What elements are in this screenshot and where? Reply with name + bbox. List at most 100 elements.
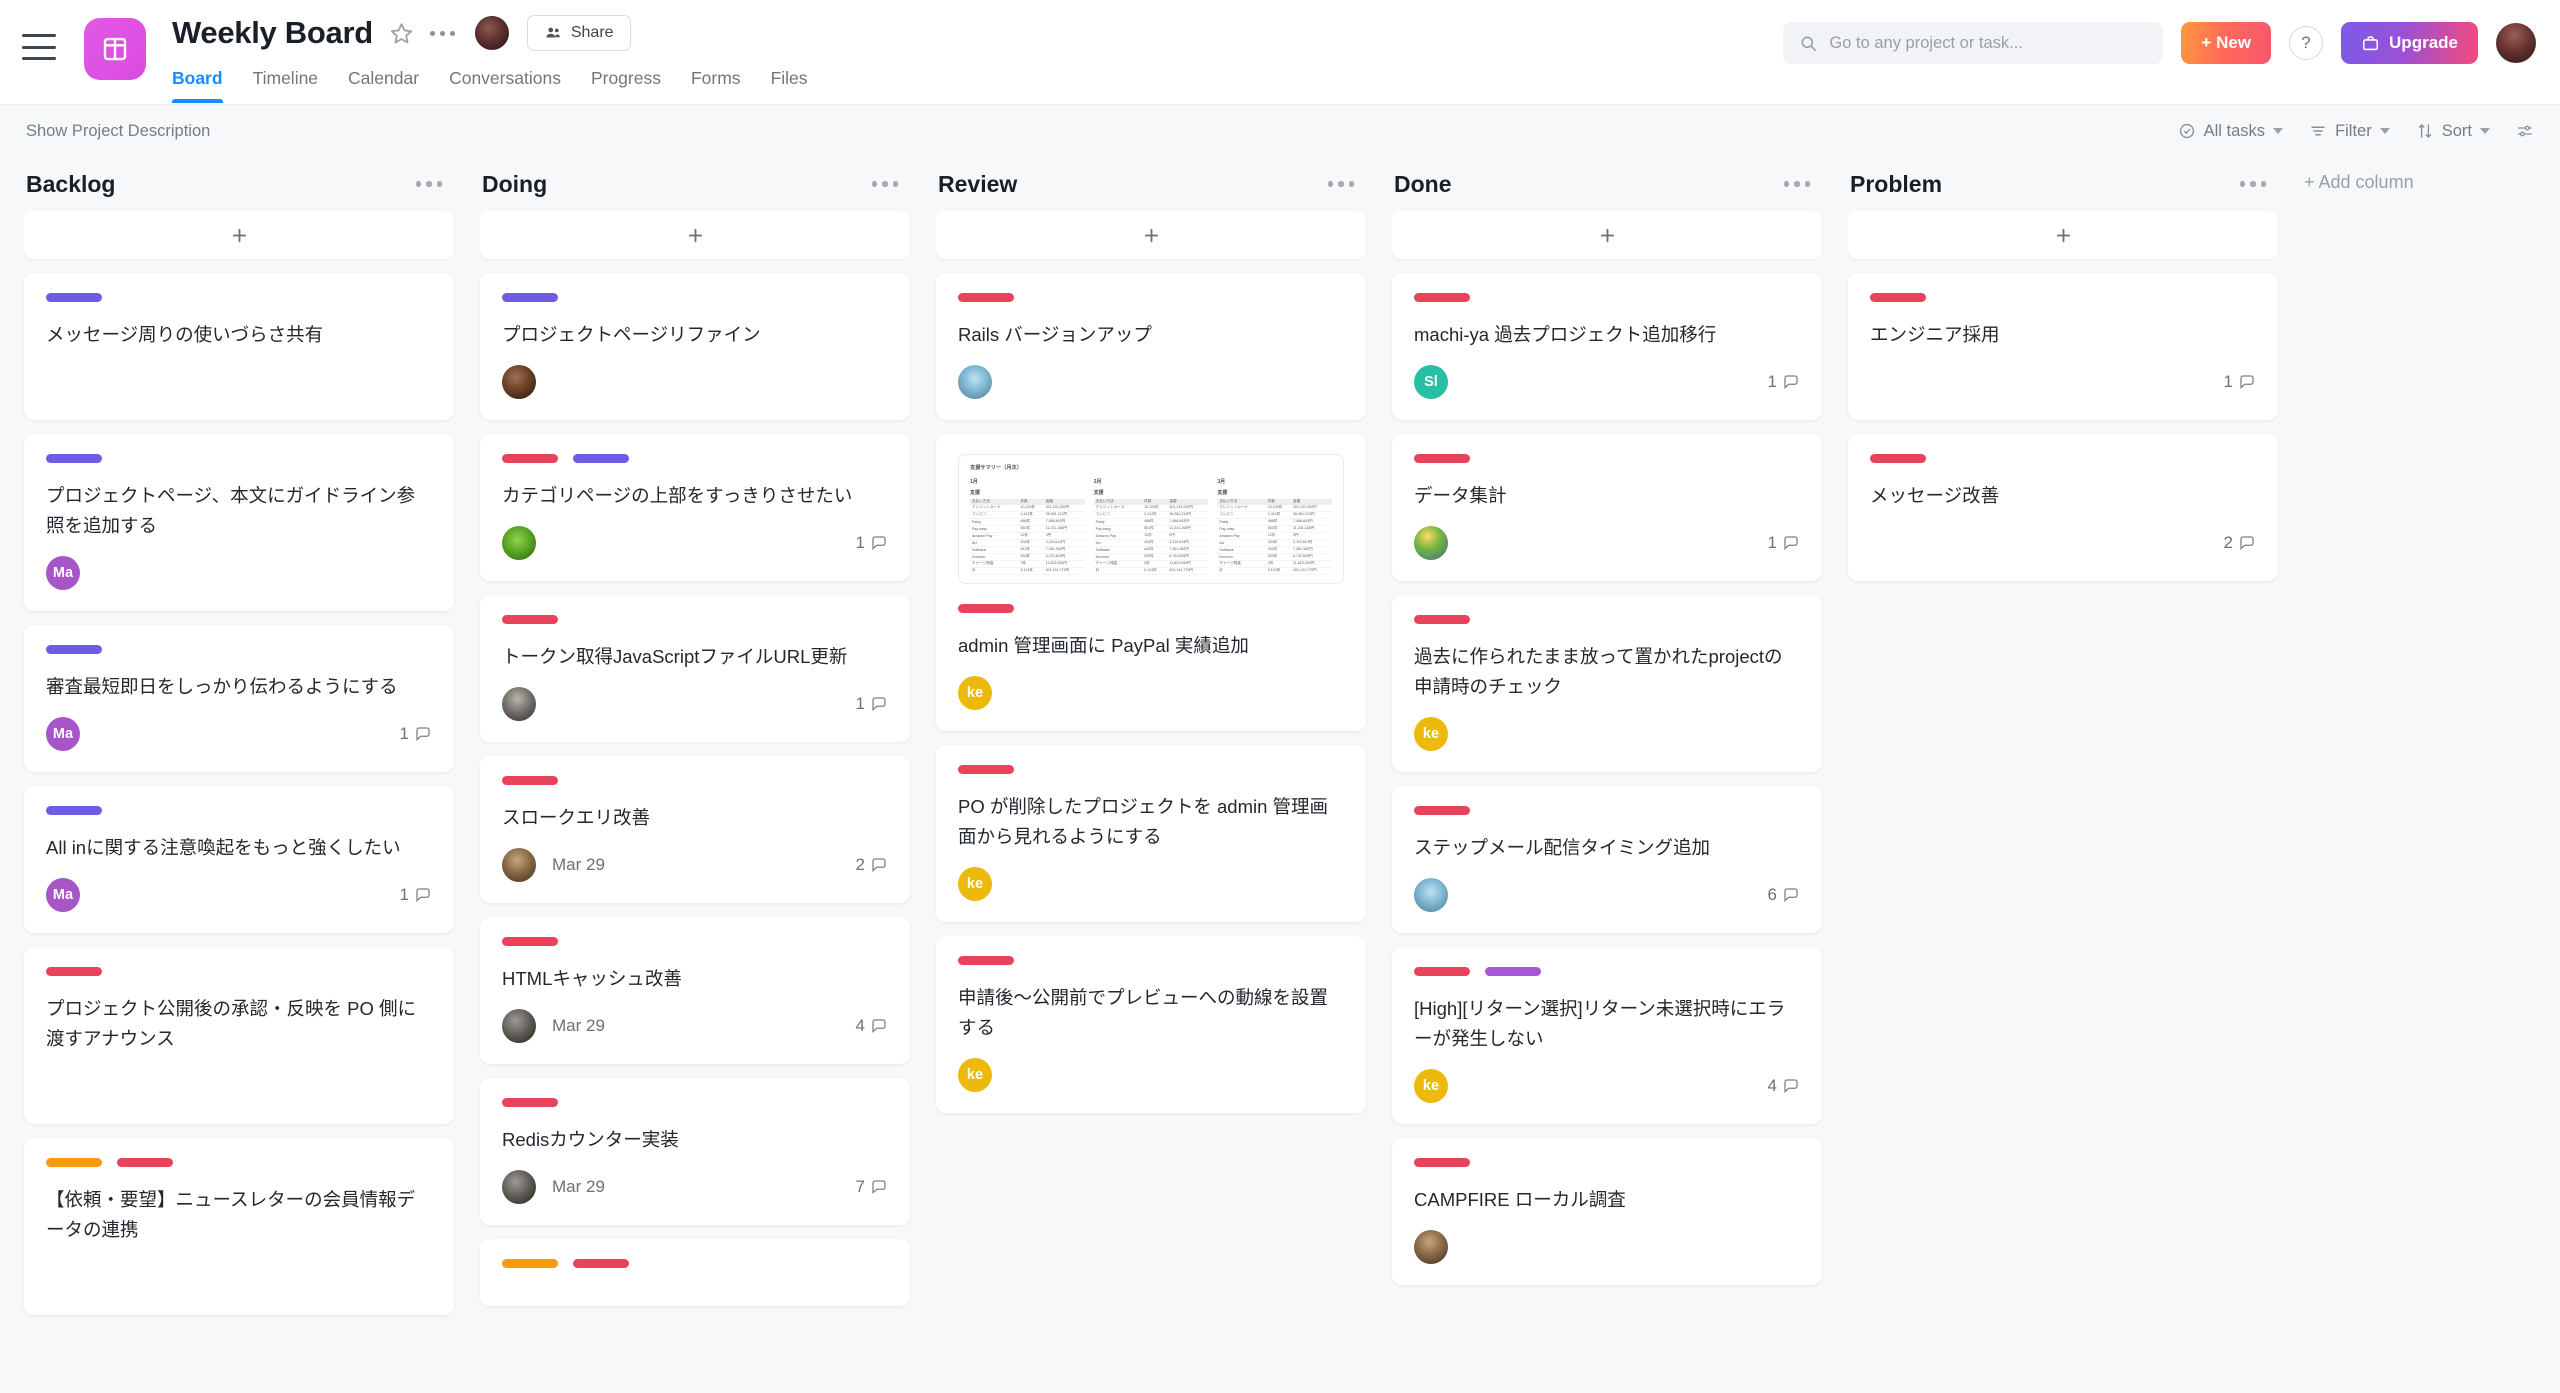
task-card[interactable]: ステップメール配信タイミング追加 6 [1392,785,1822,933]
card-label[interactable] [46,453,102,463]
card-assignee-avatar[interactable]: ke [958,675,992,710]
card-label[interactable] [1414,805,1470,815]
card-label[interactable] [502,293,558,302]
add-card-button[interactable] [24,211,454,259]
card-comment-count[interactable]: 1 [400,885,432,905]
card-comment-count[interactable]: 4 [856,1016,888,1036]
tab-progress[interactable]: Progress [591,62,661,103]
column-more-icon[interactable] [410,175,449,193]
add-card-button[interactable] [1848,211,2278,259]
card-comment-count[interactable]: 2 [2224,533,2256,553]
card-label[interactable] [502,1097,558,1107]
add-card-button[interactable] [480,211,910,259]
card-assignee-avatar[interactable]: ke [1414,1068,1448,1103]
help-icon[interactable]: ? [2289,26,2324,60]
card-assignee-avatar[interactable]: ke [958,866,992,901]
card-label[interactable] [1870,293,1926,302]
task-card[interactable]: CAMPFIRE ローカル調査 [1392,1137,1822,1285]
task-card[interactable]: プロジェクト公開後の承認・反映を PO 側に渡すアナウンス [24,946,454,1124]
project-more-icon[interactable] [429,21,455,46]
task-card[interactable]: HTMLキャッシュ改善 Mar 29 4 [480,916,910,1064]
card-assignee-avatar[interactable] [1414,525,1448,560]
card-label[interactable] [958,603,1014,613]
task-card[interactable]: トークン取得JavaScriptファイルURL更新 1 [480,594,910,742]
card-comment-count[interactable]: 4 [1768,1076,1800,1096]
task-card[interactable] [480,1238,910,1306]
column-more-icon[interactable] [1778,175,1817,193]
card-assignee-avatar[interactable]: Ma [46,877,80,912]
favorite-star-icon[interactable] [389,21,414,46]
card-label[interactable] [1870,453,1926,463]
tab-timeline[interactable]: Timeline [253,62,318,103]
card-label[interactable] [1414,614,1470,624]
search-input[interactable]: Go to any project or task... [1783,22,2164,64]
task-card[interactable]: カテゴリページの上部をすっきりさせたい 1 [480,433,910,581]
task-card[interactable]: All inに関する注意喚起をもっと強くしたい Ma 1 [24,785,454,933]
task-card[interactable]: エンジニア採用 1 [1848,273,2278,420]
card-label[interactable] [117,1157,173,1167]
task-card[interactable]: [High][リターン選択]リターン未選択時にエラーが発生しない ke 4 [1392,946,1822,1124]
task-card[interactable]: 支援サマリー（月次） 1月 支援 支払い方法 件数 金額 クレジットカード 10,120件 40… [936,433,1366,731]
user-avatar[interactable] [2496,23,2536,63]
add-card-button[interactable] [1392,211,1822,259]
card-label[interactable] [502,1258,558,1268]
project-owner-avatar[interactable] [474,16,509,50]
card-label[interactable] [46,644,102,654]
card-label[interactable] [573,1258,629,1268]
task-card[interactable]: Redisカウンター実装 Mar 29 7 [480,1077,910,1225]
card-assignee-avatar[interactable] [502,847,536,882]
card-assignee-avatar[interactable] [502,1169,536,1204]
card-assignee-avatar[interactable]: ke [1414,716,1448,751]
add-card-button[interactable] [936,211,1366,259]
tab-files[interactable]: Files [771,62,808,103]
card-assignee-avatar[interactable]: ke [958,1057,992,1092]
card-assignee-avatar[interactable]: Ma [46,716,80,751]
task-card[interactable]: スロークエリ改善 Mar 29 2 [480,755,910,903]
task-card[interactable]: メッセージ改善 2 [1848,433,2278,581]
task-card[interactable]: データ集計 1 [1392,433,1822,581]
card-comment-count[interactable]: 1 [1768,533,1800,553]
task-card[interactable]: プロジェクトページ、本文にガイドライン参照を追加する Ma [24,433,454,611]
card-assignee-avatar[interactable] [502,364,536,399]
menu-icon[interactable] [22,34,56,60]
card-label[interactable] [46,805,102,815]
card-assignee-avatar[interactable] [502,1008,536,1043]
column-more-icon[interactable] [2234,175,2273,193]
card-comment-count[interactable]: 6 [1768,885,1800,905]
column-more-icon[interactable] [866,175,905,193]
card-label[interactable] [1485,966,1541,976]
task-card[interactable]: 申請後〜公開前でプレビューへの動線を設置する ke [936,935,1366,1113]
task-card[interactable]: プロジェクトページリファイン [480,273,910,420]
tab-calendar[interactable]: Calendar [348,62,419,103]
card-label[interactable] [1414,453,1470,463]
share-button[interactable]: Share [526,15,631,51]
card-comment-count[interactable]: 1 [856,694,888,714]
card-label[interactable] [502,614,558,624]
card-label[interactable] [46,1157,102,1167]
card-label[interactable] [502,775,558,785]
card-label[interactable] [502,453,558,463]
tab-forms[interactable]: Forms [691,62,741,103]
task-card[interactable]: machi-ya 過去プロジェクト追加移行 Sl 1 [1392,273,1822,420]
card-label[interactable] [46,293,102,302]
task-card[interactable]: PO が削除したプロジェクトを admin 管理画面から見れるようにする ke [936,744,1366,922]
card-attachment-thumbnail[interactable]: 支援サマリー（月次） 1月 支援 支払い方法 件数 金額 クレジットカード 10,120件 40… [958,453,1344,584]
task-card[interactable]: 審査最短即日をしっかり伝わるようにする Ma 1 [24,624,454,772]
card-assignee-avatar[interactable] [958,364,992,399]
card-assignee-avatar[interactable] [1414,877,1448,912]
tab-conversations[interactable]: Conversations [449,62,561,103]
card-assignee-avatar[interactable] [502,525,536,560]
add-column-button[interactable]: + Add column [2304,157,2414,193]
card-label[interactable] [958,293,1014,302]
task-card[interactable]: Rails バージョンアップ [936,273,1366,420]
show-project-description-link[interactable]: Show Project Description [26,122,210,141]
card-label[interactable] [958,764,1014,774]
all-tasks-filter[interactable]: All tasks [2178,122,2284,141]
task-card[interactable]: 【依頼・要望】ニュースレターの会員情報データの連携 [24,1137,454,1315]
card-comment-count[interactable]: 1 [1768,372,1800,392]
new-button[interactable]: + New [2181,22,2272,64]
card-label[interactable] [1414,293,1470,302]
card-label[interactable] [1414,1157,1470,1167]
card-assignee-avatar[interactable] [502,686,536,721]
card-comment-count[interactable]: 7 [856,1177,888,1197]
